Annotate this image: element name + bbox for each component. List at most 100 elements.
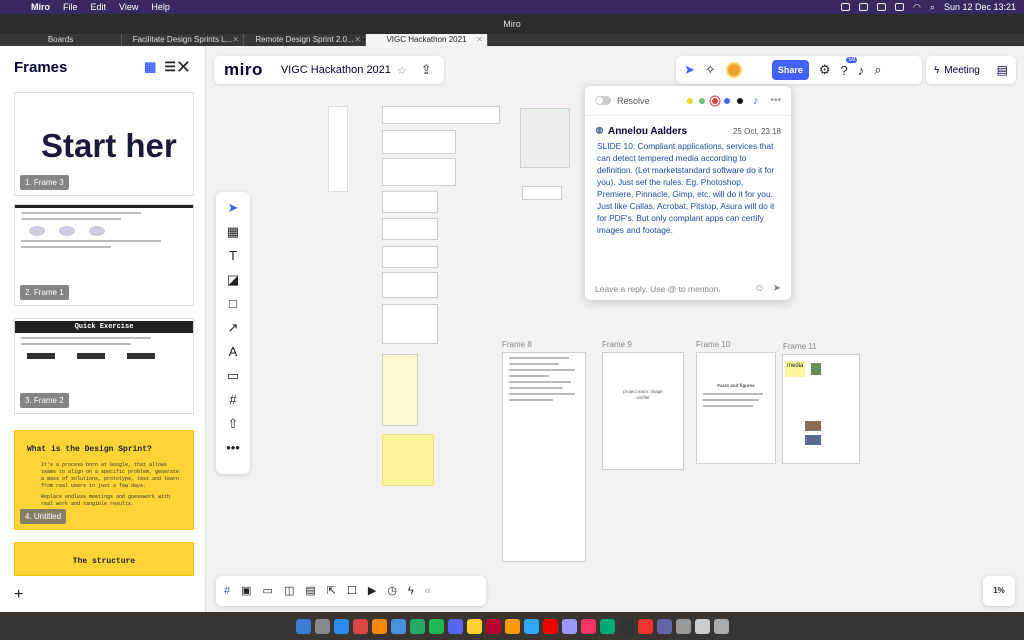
status-icon[interactable] xyxy=(859,3,869,11)
miro-icon[interactable] xyxy=(466,618,482,634)
list-view-icon[interactable]: ☰ xyxy=(164,59,176,75)
canvas-frame-11[interactable]: media xyxy=(782,354,860,464)
tab-vigc-hackathon[interactable]: VIGC Hackathon 2021 ✕ xyxy=(366,34,488,46)
collapse-icon[interactable]: « xyxy=(425,583,431,599)
canvas-frame[interactable] xyxy=(382,304,438,344)
indesign-icon[interactable] xyxy=(485,618,501,634)
reaction-icon[interactable]: ✧ xyxy=(705,62,716,78)
canvas-frame-8[interactable] xyxy=(502,352,586,562)
close-icon[interactable]: ✕ xyxy=(354,34,361,46)
frame-thumbnail[interactable]: What is the Design Sprint? It's a proces… xyxy=(14,430,194,530)
menu-app-name[interactable]: Miro xyxy=(31,2,50,12)
sticky-note[interactable] xyxy=(382,434,434,486)
firefox-icon[interactable] xyxy=(371,618,387,634)
comments-icon[interactable]: ▭ xyxy=(263,583,273,599)
frames-icon[interactable]: # xyxy=(224,583,230,599)
canvas-frame[interactable] xyxy=(382,191,438,213)
star-icon[interactable]: ☆ xyxy=(397,64,407,77)
connector-icon[interactable]: ↗ xyxy=(228,320,239,336)
canvas-frame-10[interactable]: Facts and figures xyxy=(696,352,776,464)
canvas-frame[interactable] xyxy=(382,158,456,186)
menu-file[interactable]: File xyxy=(63,2,78,12)
notification-bell-icon[interactable]: ♪ xyxy=(753,95,759,107)
settings-icon[interactable] xyxy=(675,618,691,634)
search-icon[interactable]: ⌕ xyxy=(874,62,881,78)
meeting-button[interactable]: ϟ Meeting ▤ xyxy=(926,56,1016,84)
app-icon[interactable] xyxy=(447,618,463,634)
finder-icon[interactable] xyxy=(295,618,311,634)
canvas-frame[interactable] xyxy=(382,218,438,240)
frame-thumbnail[interactable]: Start her 1. Frame 3 xyxy=(14,92,194,196)
wifi-icon[interactable]: ◠ xyxy=(913,2,921,13)
settings-sliders-icon[interactable]: ⚙ xyxy=(819,62,831,78)
share-button[interactable]: Share xyxy=(771,60,809,80)
zoom-level[interactable]: 1% xyxy=(983,576,1015,606)
datetime[interactable]: Sun 12 Dec 13:21 xyxy=(944,2,1016,12)
color-yellow[interactable] xyxy=(686,97,693,104)
canvas-frame[interactable] xyxy=(382,130,456,154)
app-icon[interactable] xyxy=(599,618,615,634)
frame-thumbnail[interactable]: Quick Exercise 3. Frame 2 xyxy=(14,318,194,414)
color-black[interactable] xyxy=(736,97,743,104)
acrobat-icon[interactable] xyxy=(542,618,558,634)
canvas-frame[interactable] xyxy=(522,186,562,200)
color-red[interactable] xyxy=(711,97,718,104)
calendar-icon[interactable] xyxy=(637,618,653,634)
templates-icon[interactable]: ▦ xyxy=(227,224,239,240)
shape-icon[interactable]: □ xyxy=(229,296,237,312)
select-icon[interactable]: ➤ xyxy=(228,200,239,216)
more-icon[interactable]: ••• xyxy=(770,95,781,106)
more-icon[interactable]: ••• xyxy=(226,440,240,456)
video-icon[interactable]: ▶ xyxy=(368,583,376,599)
color-green[interactable] xyxy=(699,97,706,104)
sticky-note-icon[interactable]: ◪ xyxy=(227,272,239,288)
add-frame-icon[interactable]: + xyxy=(14,586,23,604)
safari-icon[interactable] xyxy=(333,618,349,634)
cursor-icon[interactable]: ➤ xyxy=(684,62,695,78)
close-icon[interactable]: ✕ xyxy=(176,57,191,78)
avatar[interactable] xyxy=(725,62,742,78)
grid-view-icon[interactable]: ▦ xyxy=(144,59,156,75)
illustrator-icon[interactable] xyxy=(504,618,520,634)
frame-icon[interactable]: # xyxy=(229,392,236,408)
canvas-frame-9[interactable]: project team: image verifier xyxy=(602,352,684,470)
chat-icon[interactable]: ◫ xyxy=(284,583,294,599)
mail-icon[interactable] xyxy=(390,618,406,634)
battery-icon[interactable] xyxy=(895,3,905,11)
close-icon[interactable]: ✕ xyxy=(476,34,483,46)
menu-edit[interactable]: Edit xyxy=(91,2,107,12)
canvas-frame[interactable] xyxy=(382,272,438,298)
launchpad-icon[interactable] xyxy=(314,618,330,634)
chrome-icon[interactable] xyxy=(352,618,368,634)
document-icon[interactable] xyxy=(694,618,710,634)
menu-view[interactable]: View xyxy=(119,2,138,12)
bell-icon[interactable]: ♪ xyxy=(858,63,865,78)
menu-help[interactable]: Help xyxy=(151,2,170,12)
share-screen-icon[interactable]: ⇱ xyxy=(327,583,336,599)
frame-thumbnail[interactable]: 2. Frame 1 xyxy=(14,204,194,306)
presentation-icon[interactable]: ▣ xyxy=(241,583,251,599)
canvas-frame[interactable] xyxy=(382,354,418,426)
canvas-frame[interactable] xyxy=(520,108,570,168)
teams-icon[interactable] xyxy=(656,618,672,634)
trash-icon[interactable] xyxy=(713,618,729,634)
canvas-frame[interactable] xyxy=(328,106,348,192)
send-icon[interactable]: ➤ xyxy=(773,283,781,294)
apps-icon[interactable]: ϟ xyxy=(408,583,414,599)
photoshop-icon[interactable] xyxy=(523,618,539,634)
comment-icon[interactable]: ▭ xyxy=(227,368,239,384)
close-icon[interactable]: ✕ xyxy=(232,34,239,46)
spotify-icon[interactable] xyxy=(428,618,444,634)
emoji-icon[interactable]: ☺ xyxy=(754,283,764,294)
frame-thumbnail[interactable]: The structure xyxy=(14,542,194,576)
canvas-frame[interactable] xyxy=(382,106,500,124)
resolve-toggle[interactable] xyxy=(595,96,611,105)
help-icon[interactable]: ? 59 xyxy=(840,56,858,78)
export-icon[interactable]: ⇪ xyxy=(421,62,432,78)
dropbox-icon[interactable] xyxy=(877,3,887,11)
activity-icon[interactable]: ☐ xyxy=(347,583,357,599)
messages-icon[interactable] xyxy=(409,618,425,634)
spotlight-icon[interactable]: ⌕ xyxy=(930,2,935,13)
miro-logo[interactable]: miro xyxy=(224,60,263,80)
text-icon[interactable]: T xyxy=(229,248,237,264)
